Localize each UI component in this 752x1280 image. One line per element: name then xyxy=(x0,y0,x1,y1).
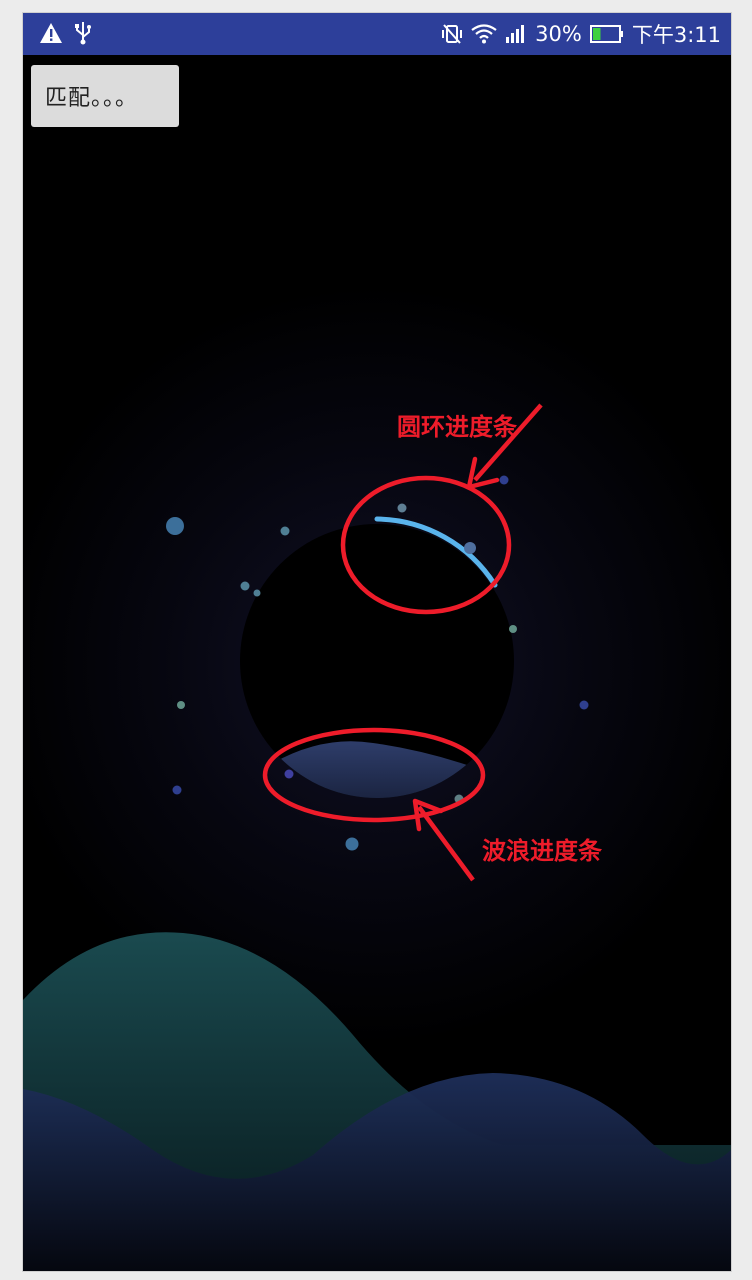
battery-icon xyxy=(589,24,624,44)
particle xyxy=(284,769,294,779)
arrow-icon xyxy=(412,798,475,882)
particle xyxy=(172,785,182,795)
particle xyxy=(509,625,517,633)
match-screen: 匹配。。。 圆环进度条 波浪进度条 xyxy=(23,55,731,1271)
usb-icon xyxy=(73,21,93,45)
battery-percent: 30% xyxy=(535,22,582,46)
particle xyxy=(345,837,359,851)
particle xyxy=(397,503,407,513)
phone-screen: 30% 下午3:11 匹配。。。 圆环进度条 波浪进度条 xyxy=(22,12,732,1272)
status-bar: 30% 下午3:11 xyxy=(23,13,731,55)
particle xyxy=(579,700,589,710)
wifi-icon xyxy=(471,24,497,44)
particle xyxy=(499,475,509,485)
clock: 下午3:11 xyxy=(631,23,721,47)
particle xyxy=(166,517,184,535)
match-animation xyxy=(23,403,731,1271)
particle xyxy=(253,589,261,597)
particle xyxy=(240,581,250,591)
signal-icon xyxy=(505,24,527,44)
warning-icon xyxy=(39,22,63,44)
ring-progress-label: 圆环进度条 xyxy=(397,413,517,441)
particle xyxy=(464,542,476,554)
vibrate-icon xyxy=(441,23,463,45)
particle xyxy=(177,701,185,709)
wave-progress-label: 波浪进度条 xyxy=(482,837,602,865)
particle xyxy=(280,526,290,536)
